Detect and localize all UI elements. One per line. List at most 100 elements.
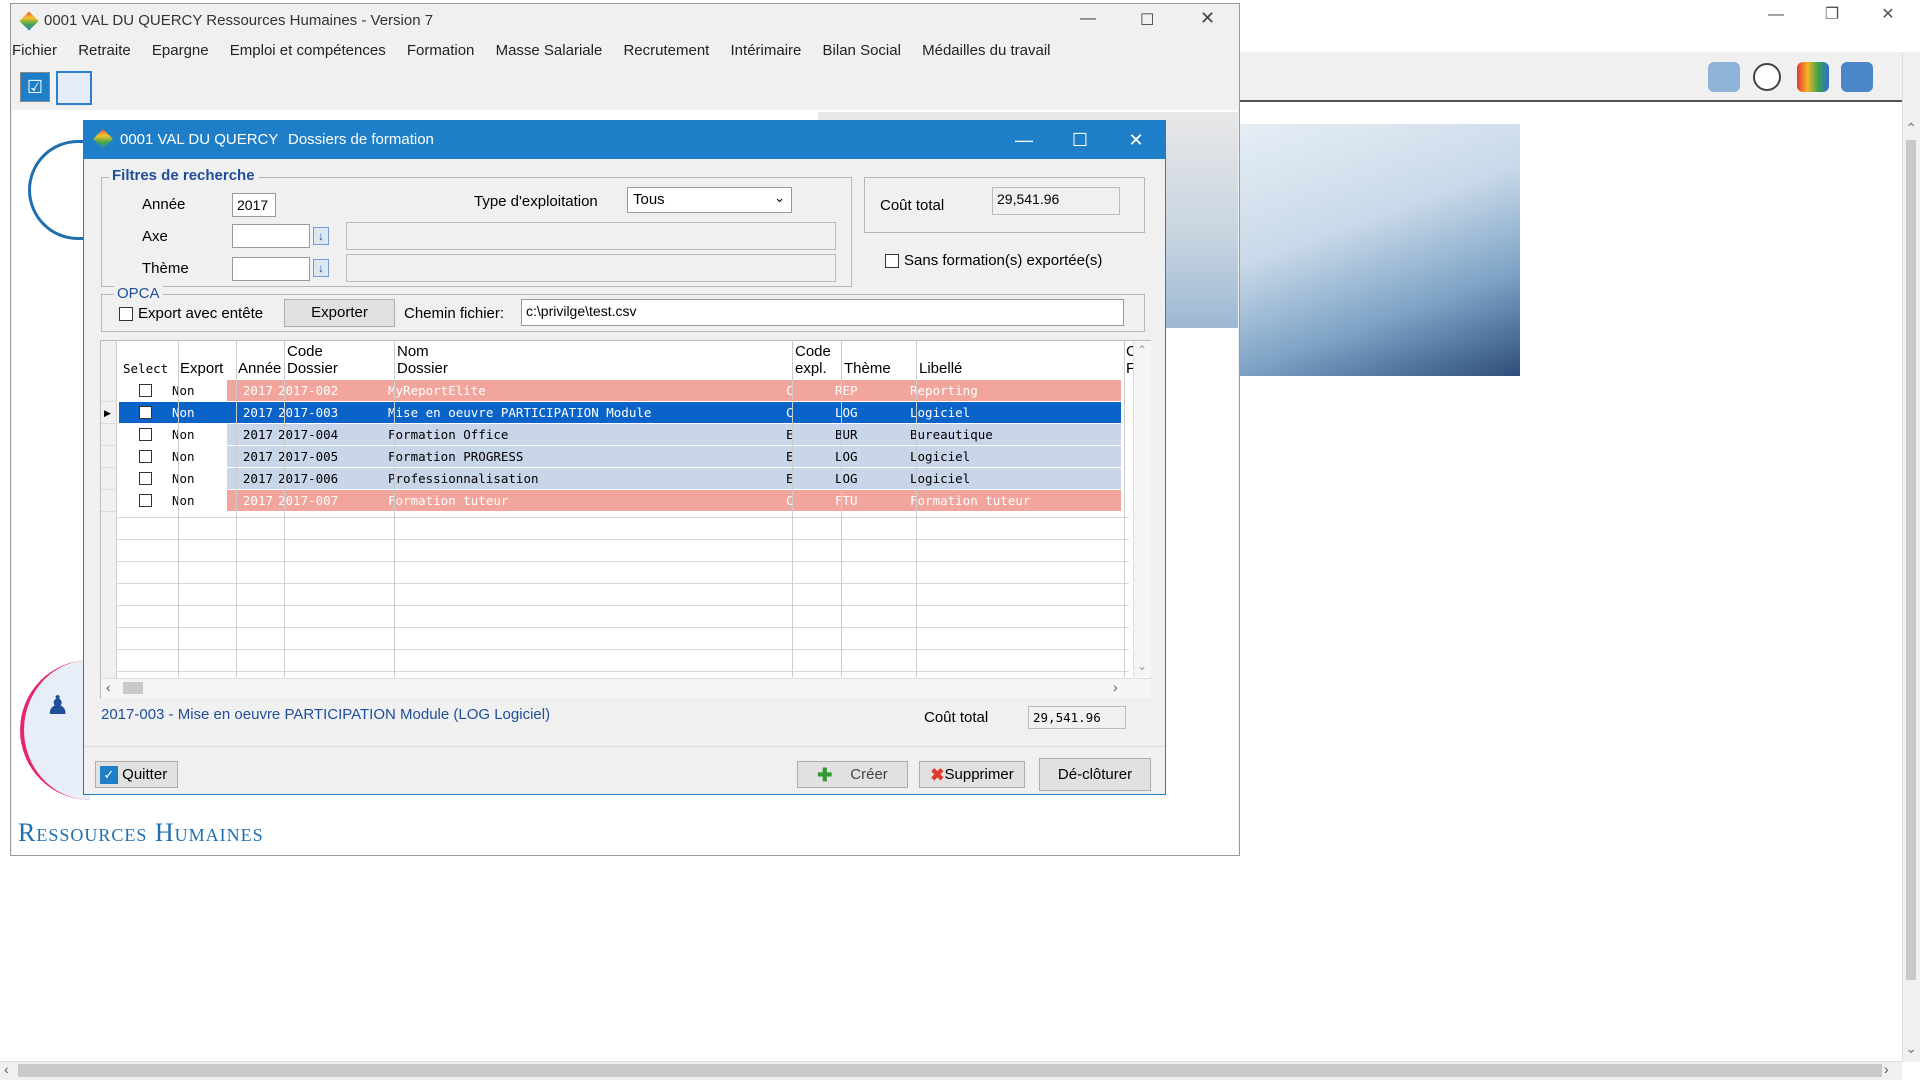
header-nom-line2[interactable]: Dossier	[397, 360, 448, 377]
axe-lookup-icon[interactable]: ↓	[313, 227, 329, 245]
annee-input[interactable]: 2017	[232, 193, 276, 217]
select-checkbox-cell[interactable]	[119, 468, 169, 490]
menu-formation[interactable]: Formation	[407, 42, 475, 59]
scroll-right-arrow-icon[interactable]: ›	[1884, 1061, 1889, 1077]
select-checkbox-cell[interactable]	[119, 424, 169, 446]
horizontal-scroll-thumb[interactable]	[18, 1064, 1882, 1077]
exporter-button[interactable]: Exporter	[284, 299, 395, 327]
grid-line	[117, 671, 1129, 672]
header-code-line2[interactable]: Dossier	[287, 360, 338, 377]
table-row[interactable]: Non 2017 2017-003 Mise en oeuvre PARTICIPAT…	[119, 402, 1131, 424]
cell-nom: MyReportElite	[385, 380, 783, 402]
cell-overflow	[1115, 490, 1121, 512]
app-minimize-button[interactable]: —	[1080, 10, 1096, 28]
row-selector[interactable]	[101, 446, 117, 468]
grid-scroll-up-icon[interactable]: ⌃	[1137, 343, 1147, 357]
person-icon: ♟	[46, 690, 70, 720]
menu-masse-salariale[interactable]: Masse Salariale	[496, 42, 603, 59]
grid-h-scroll-thumb[interactable]	[123, 682, 143, 694]
export-entete-checkbox[interactable]	[119, 307, 133, 321]
menu-fichier[interactable]: Fichier	[12, 42, 57, 59]
row-selector[interactable]	[101, 468, 117, 490]
businessman-photo	[1240, 124, 1520, 376]
cell-theme: FTU	[832, 490, 907, 512]
quitter-button[interactable]: ✓ Quitter	[95, 761, 178, 788]
creer-button[interactable]: ✚ Créer	[797, 761, 908, 788]
menu-emploi[interactable]: Emploi et compétences	[230, 42, 386, 59]
select-checkbox-cell[interactable]	[119, 402, 169, 424]
decloturer-button[interactable]: Dé-clôturer	[1039, 758, 1151, 791]
bg-close-button[interactable]: ✕	[1860, 0, 1916, 30]
table-row[interactable]: Non 2017 2017-004 Formation Office E BUR Burea…	[119, 424, 1131, 446]
header-annee[interactable]: Année	[238, 360, 281, 377]
grid-scroll-left-icon[interactable]: ‹	[106, 679, 111, 695]
colorful-chart-icon[interactable]	[1797, 62, 1829, 92]
app-close-button[interactable]: ✕	[1200, 8, 1215, 29]
select-checkbox[interactable]	[139, 384, 152, 397]
grid-col-divider	[916, 341, 917, 677]
select-checkbox-cell[interactable]	[119, 490, 169, 512]
creer-label: Créer	[850, 766, 888, 783]
current-row-arrow-icon: ▶	[104, 408, 111, 418]
row-selector[interactable]	[101, 490, 117, 512]
header-expl-line1[interactable]: Code	[795, 343, 831, 360]
menu-interimaire[interactable]: Intérimaire	[731, 42, 802, 59]
header-libelle[interactable]: Libellé	[919, 360, 962, 377]
header-code-line1[interactable]: Code	[287, 343, 323, 360]
grid-horizontal-scrollbar[interactable]	[101, 678, 1151, 698]
table-row[interactable]: Non 2017 2017-006 Professionnalisation E LOG L…	[119, 468, 1131, 490]
axe-input[interactable]	[232, 224, 310, 248]
menu-bilan-social[interactable]: Bilan Social	[823, 42, 901, 59]
header-select[interactable]: Select	[123, 360, 168, 377]
dialog-maximize-button[interactable]: ☐	[1052, 121, 1108, 159]
grid-vertical-scrollbar[interactable]	[1133, 341, 1151, 677]
validate-toolbar-icon[interactable]: ☑	[20, 72, 50, 102]
table-row[interactable]: Non 2017 2017-002 MyReportElite C REP Reportin…	[119, 380, 1131, 402]
globe-icon[interactable]	[1708, 62, 1740, 92]
cell-theme: LOG	[832, 446, 907, 468]
scroll-down-arrow-icon[interactable]: ⌄	[1905, 1040, 1917, 1057]
chemin-fichier-input[interactable]: c:\privilge\test.csv	[521, 299, 1124, 326]
scroll-up-arrow-icon[interactable]: ⌃	[1905, 120, 1917, 137]
theme-input[interactable]	[232, 257, 310, 281]
grid-scroll-down-icon[interactable]: ⌄	[1137, 659, 1147, 673]
app-maximize-button[interactable]: ☐	[1140, 10, 1154, 30]
scroll-left-arrow-icon[interactable]: ‹	[4, 1061, 9, 1077]
bg-minimize-button[interactable]: —	[1748, 0, 1804, 30]
select-checkbox[interactable]	[139, 494, 152, 507]
bg-restore-button[interactable]: ❐	[1804, 0, 1860, 30]
select-checkbox[interactable]	[139, 406, 152, 419]
menu-recrutement[interactable]: Recrutement	[623, 42, 709, 59]
table-row[interactable]: Non 2017 2017-007 Formation tuteur C FTU Forma…	[119, 490, 1131, 512]
menu-medailles[interactable]: Médailles du travail	[922, 42, 1050, 59]
theme-lookup-icon[interactable]: ↓	[313, 259, 329, 277]
clock-icon[interactable]	[1753, 63, 1781, 91]
header-export[interactable]: Export	[180, 360, 223, 377]
header-expl-line2[interactable]: expl.	[795, 360, 827, 377]
menu-retraite[interactable]: Retraite	[78, 42, 131, 59]
table-row[interactable]: Non 2017 2017-005 Formation PROGRESS E LOG Log…	[119, 446, 1131, 468]
select-checkbox-cell[interactable]	[119, 446, 169, 468]
type-exploitation-select[interactable]: Tous ⌄	[627, 187, 792, 213]
select-checkbox[interactable]	[139, 450, 152, 463]
type-exploitation-value: Tous	[633, 191, 665, 208]
select-checkbox[interactable]	[139, 428, 152, 441]
row-selector[interactable]	[101, 380, 117, 402]
dialog-minimize-button[interactable]: —	[996, 121, 1052, 159]
select-checkbox[interactable]	[139, 472, 152, 485]
row-selector[interactable]: ▶	[101, 402, 117, 424]
axe-description-field	[346, 222, 836, 250]
dialog-close-button[interactable]: ✕	[1108, 121, 1164, 159]
supprimer-button[interactable]: ✖Supprimer	[919, 761, 1025, 788]
earth-icon[interactable]	[1841, 62, 1873, 92]
row-selector[interactable]	[101, 424, 117, 446]
grid-scroll-right-icon[interactable]: ›	[1113, 679, 1118, 695]
header-theme[interactable]: Thème	[844, 360, 891, 377]
menu-epargne[interactable]: Epargne	[152, 42, 209, 59]
header-nom-line1[interactable]: Nom	[397, 343, 429, 360]
vertical-scroll-thumb[interactable]	[1906, 140, 1916, 980]
sans-formation-checkbox[interactable]	[885, 254, 899, 268]
blank-toolbar-button[interactable]	[56, 71, 92, 105]
cell-libelle: Formation tuteur	[907, 490, 1115, 512]
select-checkbox-cell[interactable]	[119, 380, 169, 402]
